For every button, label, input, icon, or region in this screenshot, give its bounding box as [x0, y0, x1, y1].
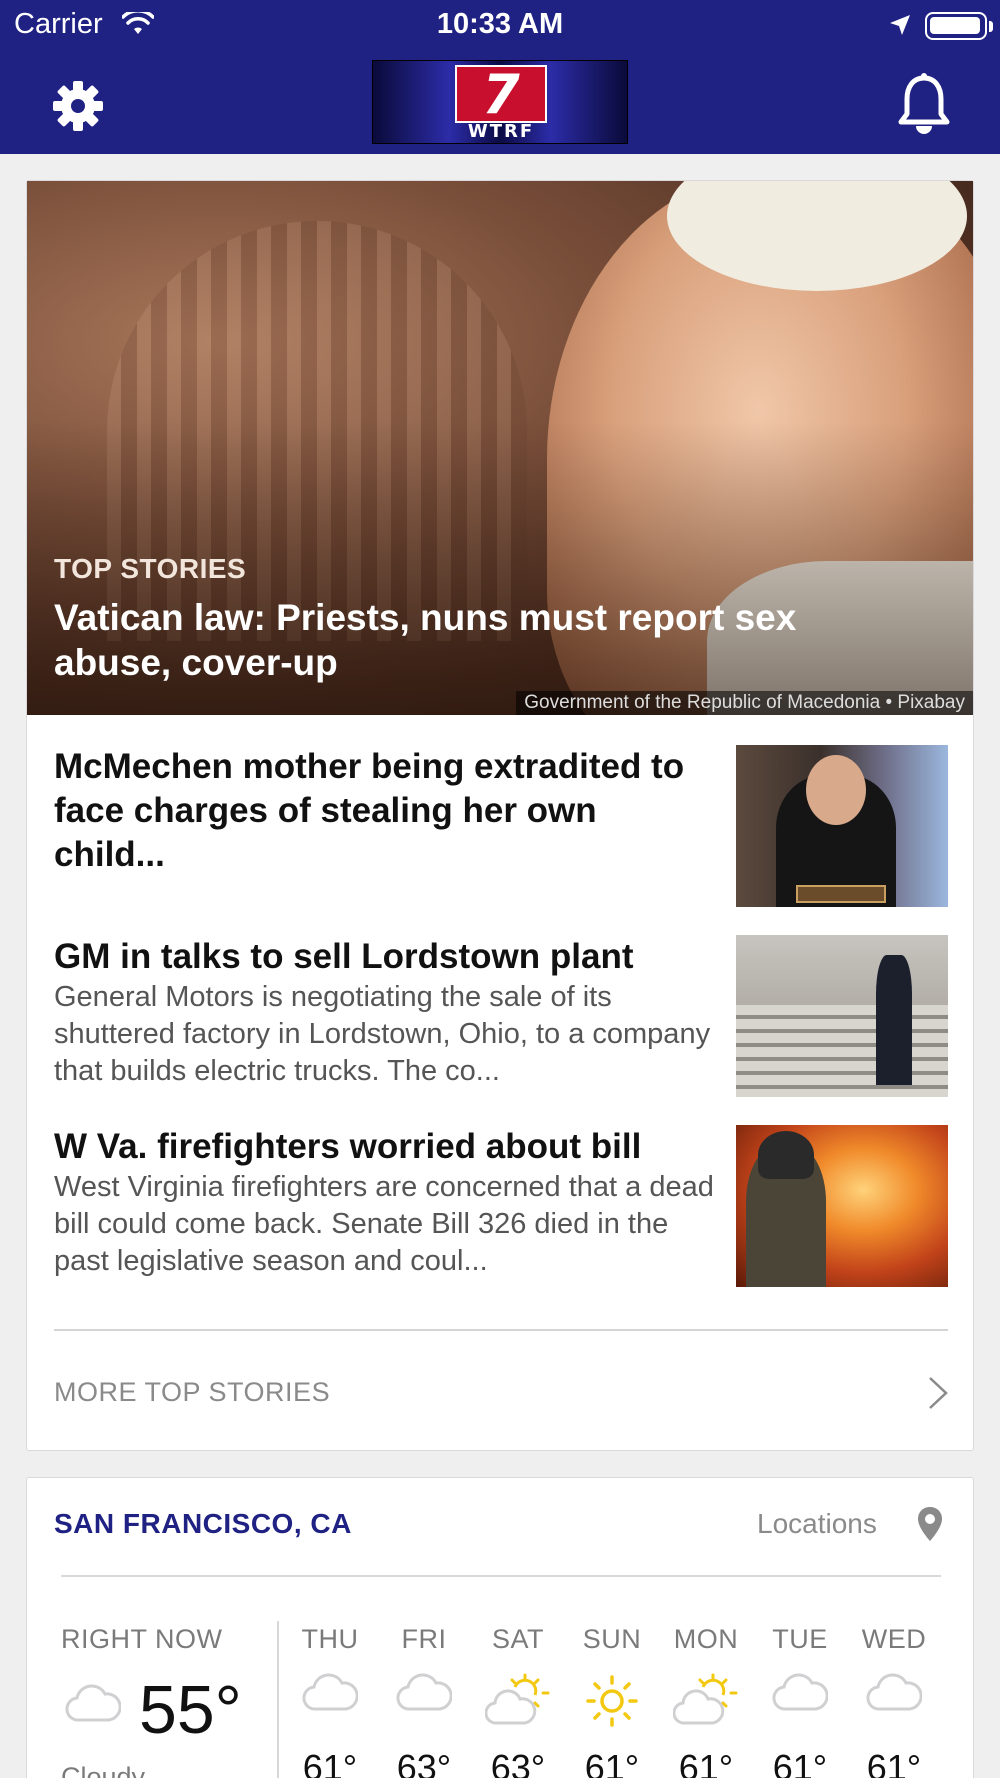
hero-kicker: TOP STORIES — [54, 553, 247, 584]
forecast-day-name: MON — [673, 1624, 739, 1654]
top-bar: Carrier 10:33 AM 7 WTRF — [0, 0, 1000, 154]
thumb-steps — [736, 1005, 948, 1097]
story-description: General Motors is negotiating the sale o… — [54, 981, 711, 1087]
location-arrow-icon — [890, 15, 910, 35]
forecast-temperature: 61° — [866, 1747, 922, 1778]
story-item[interactable]: W Va. firefighters worried about bill We… — [54, 1125, 948, 1287]
divider — [54, 1329, 948, 1331]
hero-headline[interactable]: Vatican law: Priests, nuns must report s… — [54, 595, 914, 685]
story-title[interactable]: GM in talks to sell Lordstown plant — [54, 935, 714, 979]
thumb-figure — [876, 955, 912, 1085]
forecast-day-name: SAT — [491, 1624, 544, 1654]
thumb-nameplate — [796, 885, 886, 903]
map-pin-icon[interactable] — [917, 1506, 943, 1542]
forecast-day-name: THU — [301, 1624, 359, 1654]
weather-divider — [61, 1575, 941, 1577]
story-thumbnail[interactable] — [736, 1125, 948, 1287]
story-title[interactable]: McMechen mother being extradited to face… — [54, 745, 714, 877]
forecast-day: THU 61° — [285, 1624, 375, 1778]
battery-icon — [925, 12, 987, 40]
forecast-day: FRI 63° — [379, 1624, 469, 1778]
forecast-temperature: 61° — [302, 1747, 358, 1778]
photo-credit: Government of the Republic of Macedonia … — [516, 691, 973, 715]
top-stories-card: TOP STORIES Vatican law: Priests, nuns m… — [26, 180, 974, 1451]
forecast-temperature: 63° — [490, 1747, 546, 1778]
chevron-right-icon[interactable] — [927, 1375, 949, 1411]
current-temperature: 55° — [139, 1672, 242, 1748]
logo-seven: 7 — [455, 65, 547, 123]
station-logo: 7 WTRF — [372, 60, 628, 144]
story-description: West Virginia firefighters are concerned… — [54, 1171, 714, 1277]
sun-icon — [567, 1673, 657, 1729]
cloud-icon — [285, 1673, 375, 1729]
story-item[interactable]: McMechen mother being extradited to face… — [54, 745, 948, 907]
partly-sunny-icon — [661, 1673, 751, 1729]
forecast-temperature: 61° — [584, 1747, 640, 1778]
cloud-icon — [849, 1673, 939, 1729]
cloud-icon — [379, 1673, 469, 1729]
thumb-head — [806, 755, 866, 825]
forecast-day-name: TUE — [772, 1624, 828, 1654]
weather-column-divider — [277, 1621, 279, 1778]
story-item[interactable]: GM in talks to sell Lordstown plant Gene… — [54, 935, 948, 1097]
forecast-day-name: WED — [861, 1624, 927, 1654]
weather-city: SAN FRANCISCO, CA — [54, 1508, 352, 1539]
forecast-day-name: FRI — [401, 1624, 447, 1654]
forecast-day: SUN 61° — [567, 1624, 657, 1778]
forecast-temperature: 61° — [772, 1747, 828, 1778]
forecast-day: TUE 61° — [755, 1624, 845, 1778]
right-now-label: RIGHT NOW — [61, 1624, 223, 1654]
logo-call-sign: WTRF — [467, 121, 535, 142]
forecast-temperature: 61° — [678, 1747, 734, 1778]
partly-sunny-icon — [473, 1673, 563, 1729]
gear-icon[interactable] — [50, 78, 106, 134]
forecast-day-name: SUN — [582, 1624, 642, 1654]
forecast-temperature: 63° — [396, 1747, 452, 1778]
cloud-icon — [65, 1684, 121, 1722]
story-title[interactable]: W Va. firefighters worried about bill — [54, 1125, 714, 1169]
weather-card: SAN FRANCISCO, CA Locations RIGHT NOW 55… — [26, 1477, 974, 1778]
hero-story[interactable]: TOP STORIES Vatican law: Priests, nuns m… — [27, 181, 973, 715]
locations-button[interactable]: Locations — [757, 1508, 877, 1540]
bell-icon[interactable] — [896, 72, 952, 136]
battery-cap — [989, 21, 993, 32]
clock: 10:33 AM — [436, 8, 564, 40]
story-thumbnail[interactable] — [736, 935, 948, 1097]
status-bar: Carrier 10:33 AM — [0, 0, 1000, 52]
forecast-day: MON 61° — [661, 1624, 751, 1778]
forecast-day: WED 61° — [849, 1624, 939, 1778]
thumb-helmet — [758, 1131, 814, 1179]
forecast-day: SAT 63° — [473, 1624, 563, 1778]
cloud-icon — [755, 1673, 845, 1729]
current-condition: Cloudy — [61, 1762, 146, 1778]
more-top-stories-link[interactable]: MORE TOP STORIES — [54, 1377, 330, 1408]
story-thumbnail[interactable] — [736, 745, 948, 907]
